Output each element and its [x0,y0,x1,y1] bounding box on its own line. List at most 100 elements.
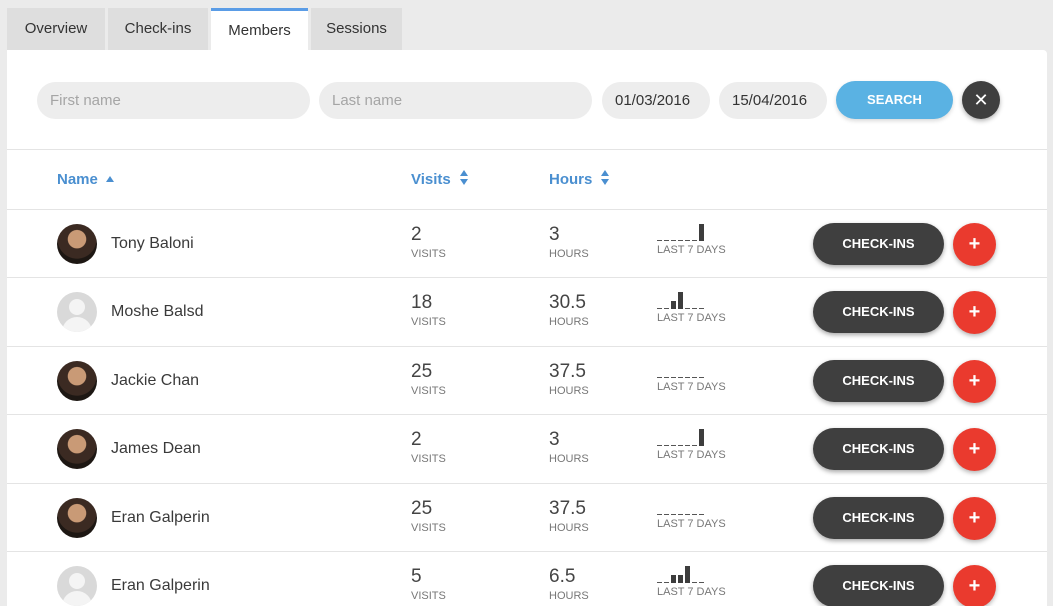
sparkline-bar [664,308,669,310]
hours-unit: HOURS [549,316,589,329]
avatar [57,292,97,333]
sort-icon [601,170,610,185]
filter-bar: SEARCH ✕ [7,81,1047,120]
sparkline-bar [692,445,697,447]
members-panel: SEARCH ✕ Name Visits Hours Tony Baloni 2… [7,50,1047,606]
sparkline-label: LAST 7 DAYS [657,312,726,325]
add-check-in-button[interactable]: + [953,428,996,472]
check-ins-button[interactable]: CHECK-INS [813,496,944,539]
visits-count: 25 [411,360,433,382]
sparkline-bar [692,308,697,310]
member-name: Eran Galperin [111,576,210,594]
visits-metric: 18 VISITS [411,291,446,328]
sparkline-bar [671,240,676,241]
sort-ascending-icon [105,176,114,182]
add-check-in-button[interactable]: + [953,564,996,606]
visits-unit: VISITS [411,384,446,397]
avatar [57,224,97,264]
visits-unit: VISITS [411,316,446,329]
date-from-input[interactable] [602,82,710,119]
sort-by-visits[interactable]: Visits [411,150,468,209]
sparkline-bar [671,445,676,447]
hours-unit: HOURS [549,521,589,534]
check-ins-button[interactable]: CHECK-INS [813,428,944,471]
sparkline-bars [657,291,726,310]
add-check-in-button[interactable]: + [953,291,996,335]
check-ins-button[interactable]: CHECK-INS [813,291,944,334]
visits-count: 5 [411,565,422,587]
hours-unit: HOURS [549,384,589,397]
sparkline-label: LAST 7 DAYS [657,449,726,462]
table-row: Jackie Chan 25 VISITS 37.5 HOURS LAST 7 … [7,347,1047,416]
check-ins-button[interactable]: CHECK-INS [813,564,944,606]
table-row: James Dean 2 VISITS 3 HOURS LAST 7 DAYS … [7,415,1047,484]
visits-metric: 2 VISITS [411,428,446,465]
hours-metric: 3 HOURS [549,223,589,260]
avatar [57,497,97,538]
column-name-label: Name [57,171,98,188]
last-name-input[interactable] [319,82,592,119]
add-check-in-button[interactable]: + [953,223,996,266]
tab-members[interactable]: Members [211,8,308,50]
hours-count: 37.5 [549,497,586,519]
visits-unit: VISITS [411,248,446,260]
visits-metric: 2 VISITS [411,223,446,260]
add-check-in-button[interactable]: + [953,496,996,540]
sparkline-label: LAST 7 DAYS [657,585,726,598]
sparkline-bar [678,240,683,241]
sparkline-bar [692,581,697,583]
sparkline-bar [699,429,704,447]
hours-metric: 6.5 HOURS [549,565,589,602]
hours-count: 37.5 [549,360,586,382]
member-name: Moshe Balsd [111,303,204,321]
sparkline-bar [671,376,676,378]
last-7-days-sparkline: LAST 7 DAYS [657,497,726,530]
add-check-in-button[interactable]: + [953,359,996,403]
hours-count: 30.5 [549,292,586,314]
hours-count: 3 [549,429,560,451]
sparkline-bar [657,240,662,241]
hours-count: 6.5 [549,565,576,587]
sparkline-bar [692,240,697,241]
sparkline-label: LAST 7 DAYS [657,244,726,256]
first-name-input[interactable] [37,82,310,119]
visits-metric: 5 VISITS [411,565,446,602]
hours-unit: HOURS [549,589,589,602]
sparkline-bar [664,445,669,447]
tab-check-ins[interactable]: Check-ins [108,8,208,50]
check-ins-button[interactable]: CHECK-INS [813,359,944,402]
check-ins-button[interactable]: CHECK-INS [813,223,944,265]
member-name: Tony Baloni [111,235,194,252]
sparkline-bars [657,497,726,515]
sparkline-bar [678,445,683,447]
sparkline-bar [685,240,690,241]
tab-overview[interactable]: Overview [7,8,105,50]
sort-by-name[interactable]: Name [57,150,114,209]
visits-unit: VISITS [411,521,446,534]
avatar [57,429,97,470]
avatar [57,565,97,606]
member-name: Eran Galperin [111,508,210,526]
search-button[interactable]: SEARCH [836,81,953,119]
sparkline-bar [678,574,683,583]
sort-by-hours[interactable]: Hours [549,150,610,209]
tab-sessions[interactable]: Sessions [311,8,402,50]
sparkline-bar [699,513,704,515]
hours-metric: 3 HOURS [549,428,589,465]
sparkline-bar [685,565,690,583]
sparkline-bar [664,581,669,583]
sparkline-bars [657,428,726,447]
visits-count: 25 [411,497,433,519]
last-7-days-sparkline: LAST 7 DAYS [657,360,726,393]
sparkline-bar [671,301,676,310]
visits-count: 2 [411,429,422,451]
sparkline-bar [699,581,704,583]
sparkline-bar [657,445,662,447]
date-to-input[interactable] [719,82,827,119]
visits-metric: 25 VISITS [411,360,446,397]
sparkline-bar [664,513,669,515]
sparkline-bar [671,574,676,583]
sparkline-bar [692,513,697,515]
clear-icon[interactable]: ✕ [962,81,1000,119]
sparkline-bar [664,240,669,241]
